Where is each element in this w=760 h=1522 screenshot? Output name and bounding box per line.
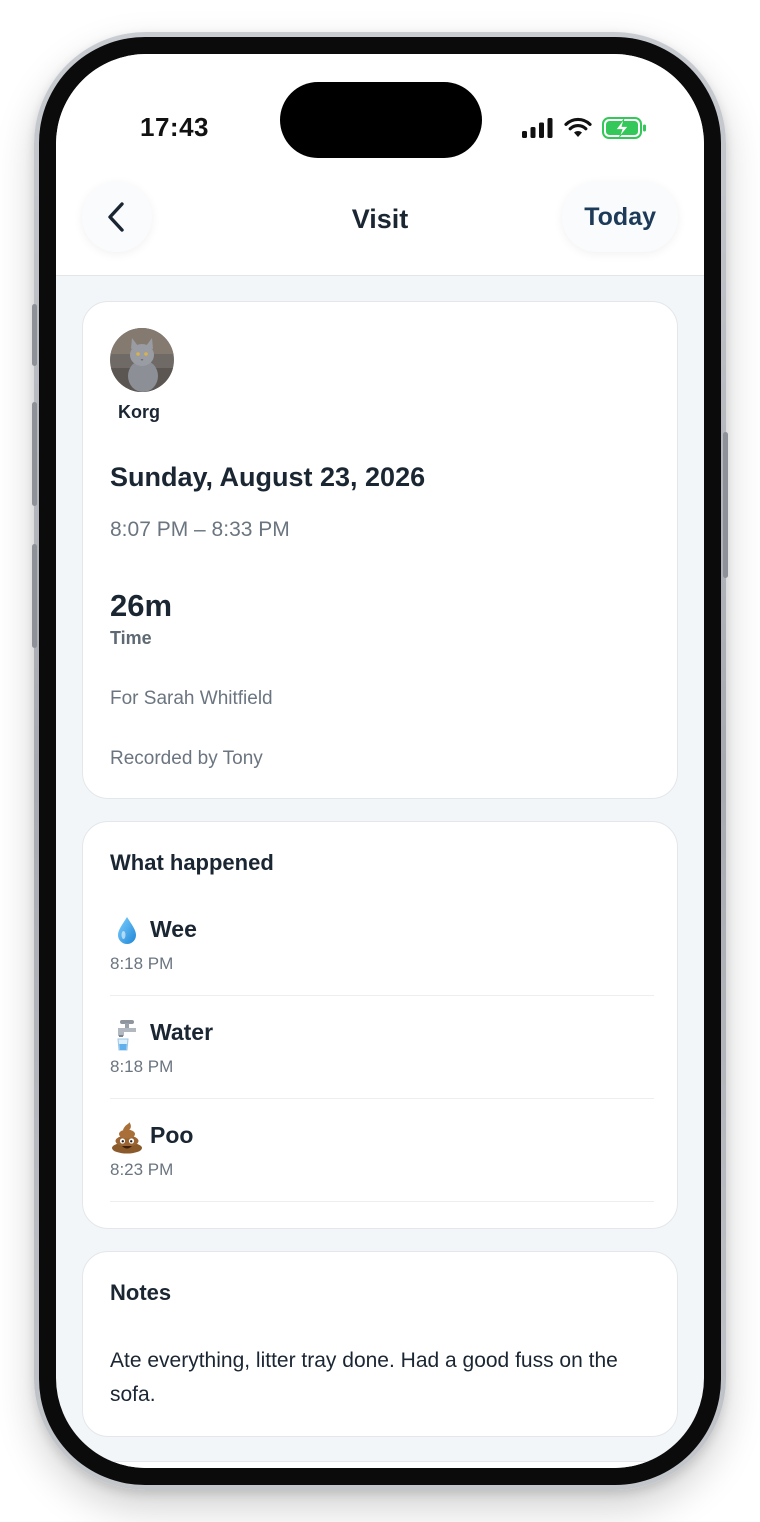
visit-date: Sunday, August 23, 2026 (110, 462, 426, 492)
status-icons (522, 116, 648, 140)
event-time: 8:23 PM (110, 1160, 174, 1179)
what-happened-card: What happened Wee 8:18 PM Water 8:18 PM … (82, 821, 678, 1229)
duration-label: Time (110, 628, 152, 648)
visit-duration: 26m (110, 588, 173, 623)
client-name: For Sarah Whitfield (110, 688, 273, 709)
pet-avatar[interactable] (110, 328, 174, 392)
volume-up-button (32, 402, 37, 506)
scroll-content[interactable]: Korg Sunday, August 23, 2026 8:07 PM – 8… (56, 277, 704, 1468)
phone-frame: 17:43 Visit Today Korg Sunday, August 23… (32, 32, 728, 1490)
silent-switch (32, 304, 37, 366)
next-card-partial (82, 1461, 678, 1468)
pet-name: Korg (118, 402, 160, 422)
today-button[interactable]: Today (562, 182, 678, 252)
dynamic-island (280, 82, 482, 158)
poo-icon (112, 1122, 142, 1154)
visit-time-range: 8:07 PM – 8:33 PM (110, 518, 290, 541)
event-row[interactable]: Water 8:18 PM (110, 999, 654, 1099)
section-title-what-happened: What happened (110, 850, 274, 875)
wifi-icon (564, 117, 592, 137)
screen: 17:43 Visit Today Korg Sunday, August 23… (56, 54, 704, 1468)
visit-summary-card: Korg Sunday, August 23, 2026 8:07 PM – 8… (82, 301, 678, 799)
tap-water-icon (117, 1020, 136, 1051)
status-time: 17:43 (140, 112, 209, 142)
event-time: 8:18 PM (110, 954, 174, 973)
event-name: Poo (150, 1122, 194, 1148)
volume-down-button (32, 544, 37, 648)
notes-text: Ate everything, litter tray done. Had a … (110, 1349, 618, 1406)
recorded-by: Recorded by Tony (110, 748, 263, 769)
event-name: Wee (150, 916, 197, 942)
cellular-signal-icon (522, 118, 553, 138)
cat-photo (110, 328, 174, 392)
section-title-notes: Notes (110, 1280, 172, 1305)
event-name: Water (150, 1019, 214, 1045)
battery-charging-icon (602, 117, 646, 139)
water-drop-icon (118, 917, 136, 944)
navigation-bar: Visit Today (56, 164, 704, 276)
event-time: 8:18 PM (110, 1057, 174, 1076)
notes-card: Notes Ate everything, litter tray done. … (82, 1251, 678, 1437)
event-row[interactable]: Poo 8:23 PM (110, 1102, 654, 1202)
power-button (723, 432, 728, 578)
event-row[interactable]: Wee 8:18 PM (110, 896, 654, 996)
